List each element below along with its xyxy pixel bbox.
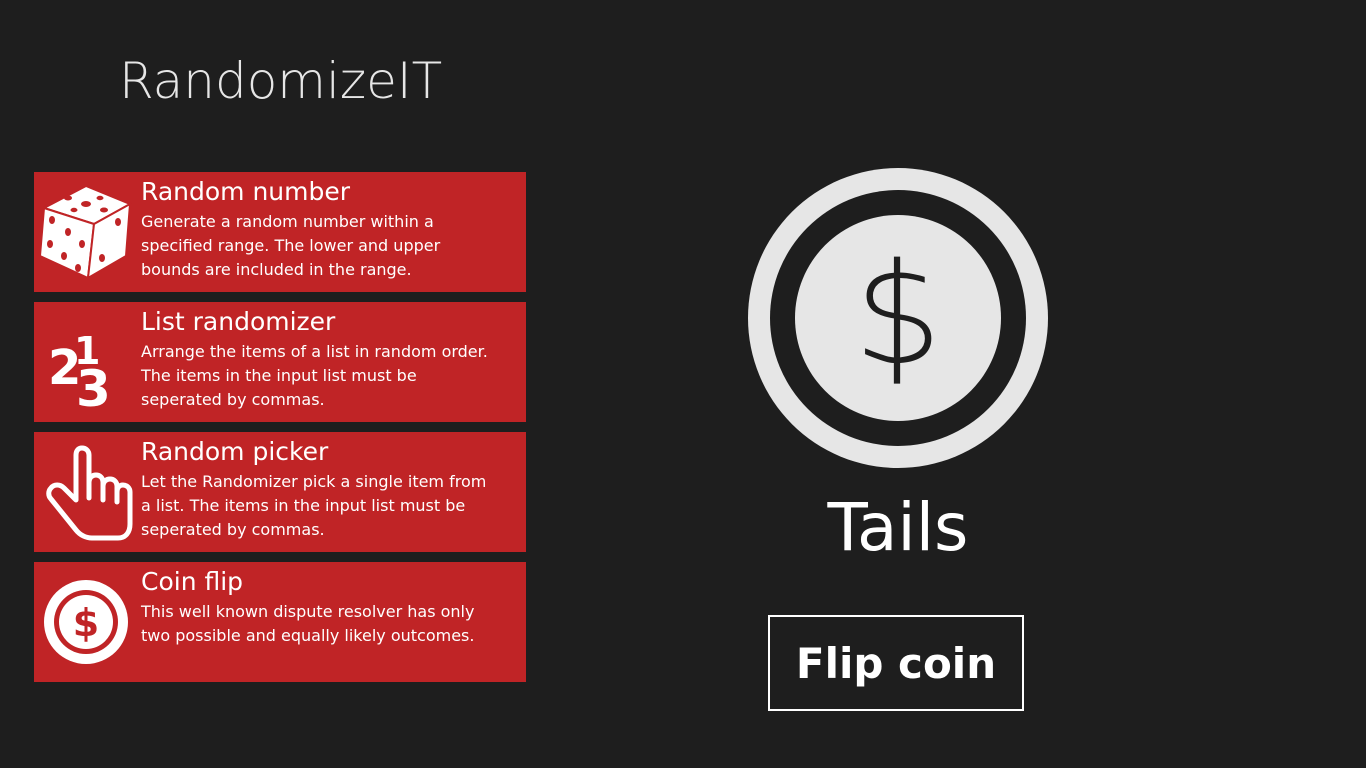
tile-random-picker[interactable]: Random picker Let the Randomizer pick a … — [34, 432, 526, 552]
tile-description: Let the Randomizer pick a single item fr… — [141, 472, 487, 539]
tile-title: Random picker — [141, 437, 329, 466]
tile-description: This well known dispute resolver has onl… — [141, 602, 475, 645]
tile-coin-flip[interactable]: $ Coin flip This well known dispute reso… — [34, 562, 526, 682]
dice-icon — [38, 180, 134, 284]
coin-image: $ — [748, 168, 1048, 468]
pointing-hand-icon — [38, 440, 134, 544]
tile-description: Generate a random number within a specif… — [141, 212, 441, 279]
coin-symbol: $ — [853, 234, 942, 397]
coin-icon: $ — [38, 570, 134, 674]
tile-random-number[interactable]: Random number Generate a random number w… — [34, 172, 526, 292]
numbers-123-icon: 2 1 3 — [38, 310, 134, 414]
icon-digit-3: 3 — [76, 360, 111, 412]
tile-title: Random number — [141, 177, 351, 206]
tile-list-randomizer[interactable]: 2 1 3 List randomizer Arrange the items … — [34, 302, 526, 422]
tile-title: Coin flip — [141, 567, 244, 596]
flip-coin-button[interactable]: Flip coin — [768, 615, 1024, 711]
feature-tile-list: Random number Generate a random number w… — [34, 172, 526, 692]
tile-description: Arrange the items of a list in random or… — [141, 342, 488, 409]
app-window: RandomizeIT Random number Generate a ran… — [0, 0, 1366, 768]
tile-title: List randomizer — [141, 307, 336, 336]
flip-result: Tails — [827, 489, 969, 566]
app-title: RandomizeIT — [119, 52, 443, 110]
coin-icon-symbol: $ — [73, 601, 99, 645]
